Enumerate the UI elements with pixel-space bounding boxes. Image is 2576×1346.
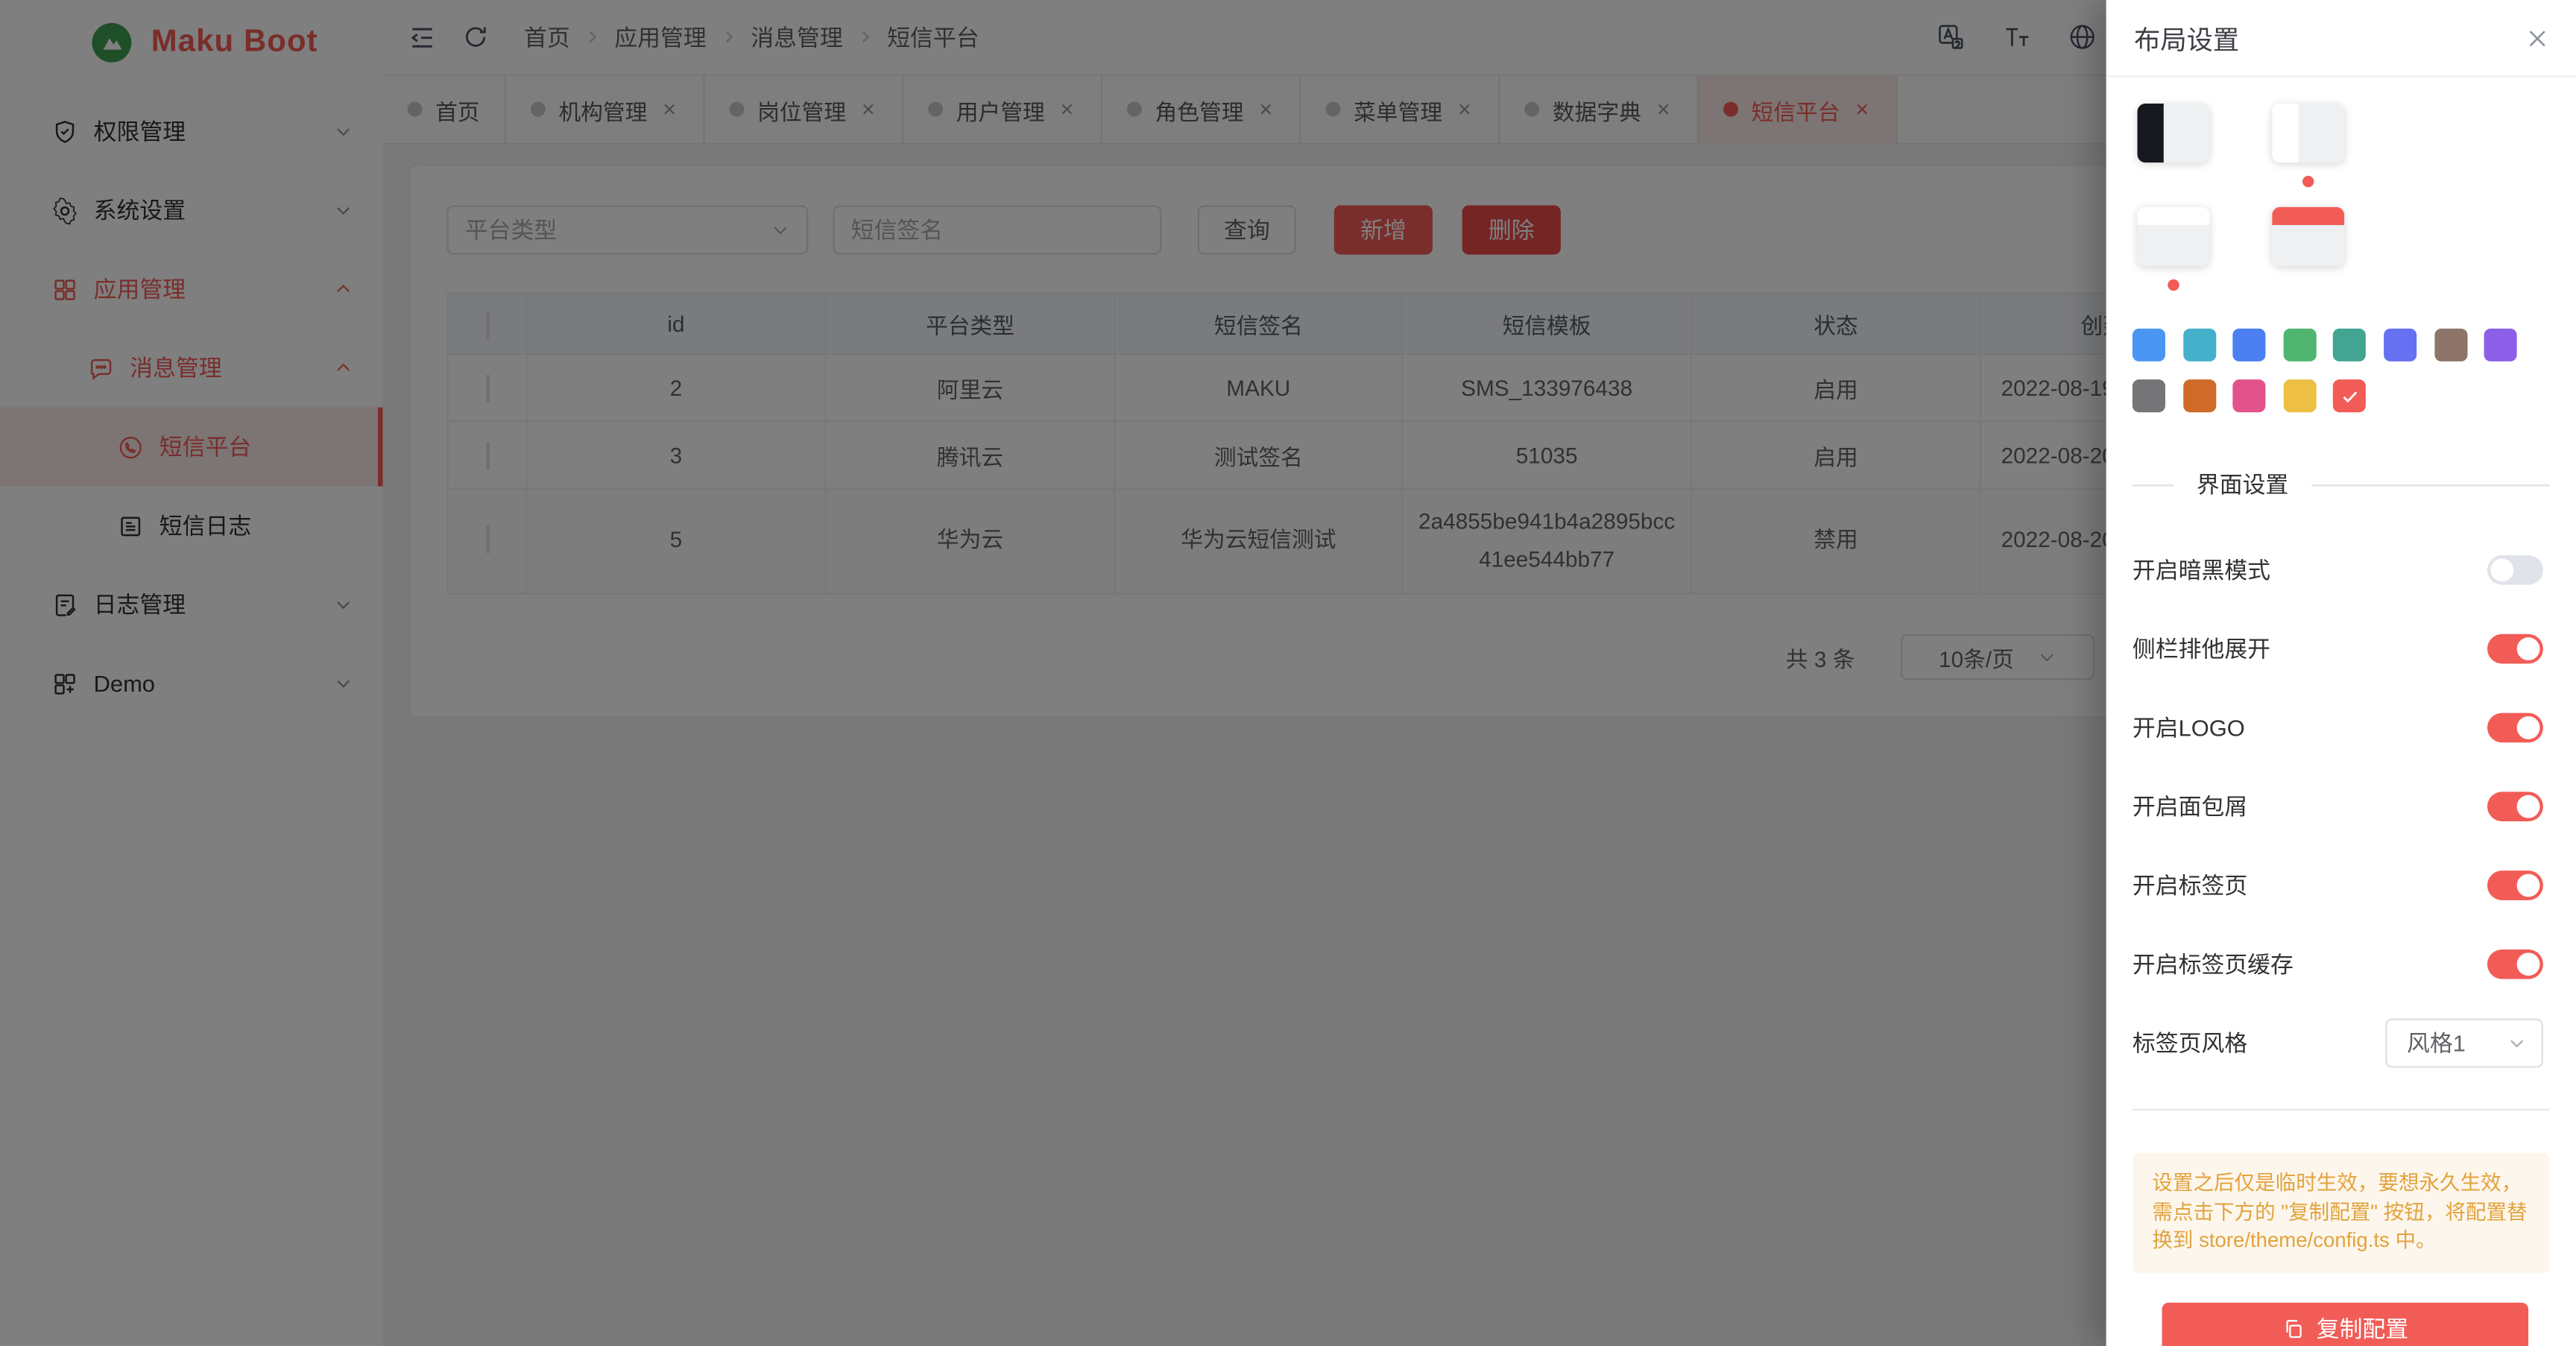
layout-option-sidebar-light[interactable] <box>2272 104 2344 162</box>
copy-config-label: 复制配置 <box>2317 1312 2408 1345</box>
drawer-body: 界面设置 开启暗黑模式 侧栏排他展开 开启LOGO 开启面包屑 <box>2106 104 2576 1346</box>
dark-mode-toggle[interactable] <box>2487 555 2543 585</box>
drawer-header: 布局设置 <box>2106 0 2576 78</box>
theme-color-swatch[interactable] <box>2334 329 2367 361</box>
section-title: 界面设置 <box>2197 468 2288 501</box>
setting-logo: 开启LOGO <box>2133 689 2550 768</box>
tabs-cache-toggle[interactable] <box>2487 950 2543 979</box>
theme-color-swatch[interactable] <box>2133 379 2165 412</box>
theme-color-swatch[interactable] <box>2233 379 2266 412</box>
setting-label: 开启标签页缓存 <box>2133 948 2294 981</box>
layout-option-topbar-red[interactable] <box>2272 207 2344 266</box>
theme-color-swatch[interactable] <box>2283 329 2316 361</box>
logo-toggle[interactable] <box>2487 713 2543 743</box>
tab-style-select[interactable]: 风格1 <box>2385 1019 2543 1068</box>
settings-list: 开启暗黑模式 侧栏排他展开 开启LOGO 开启面包屑 开启标签页 <box>2133 531 2550 1083</box>
selected-dot-icon <box>2302 176 2314 187</box>
setting-tabs-cache: 开启标签页缓存 <box>2133 925 2550 1004</box>
dark-sidebar-thumb <box>2138 104 2164 162</box>
theme-color-swatch[interactable] <box>2233 329 2266 361</box>
theme-color-swatch[interactable] <box>2133 329 2165 361</box>
drawer-title: 布局设置 <box>2134 18 2239 57</box>
setting-breadcrumb: 开启面包屑 <box>2133 767 2550 846</box>
setting-label: 开启LOGO <box>2133 711 2245 744</box>
copy-config-button[interactable]: 复制配置 <box>2162 1302 2529 1346</box>
chevron-down-icon <box>2507 1033 2526 1052</box>
setting-label: 开启面包屑 <box>2133 790 2247 823</box>
setting-tabs: 开启标签页 <box>2133 846 2550 925</box>
settings-notice: 设置之后仅是临时生效，要想永久生效，需点击下方的 "复制配置" 按钮，将配置替换… <box>2133 1153 2550 1272</box>
setting-dark-mode: 开启暗黑模式 <box>2133 531 2550 610</box>
theme-color-swatch-selected[interactable] <box>2334 379 2367 412</box>
theme-color-swatch[interactable] <box>2283 379 2316 412</box>
tab-style-value: 风格1 <box>2407 1027 2494 1060</box>
breadcrumb-toggle[interactable] <box>2487 792 2543 821</box>
light-topbar-thumb <box>2138 207 2210 225</box>
setting-label: 开启标签页 <box>2133 869 2247 902</box>
layout-option-sidebar-dark[interactable] <box>2138 104 2210 162</box>
selected-dot-icon <box>2168 279 2179 291</box>
setting-label: 开启暗黑模式 <box>2133 554 2270 587</box>
divider <box>2133 1109 2550 1110</box>
red-topbar-thumb <box>2272 207 2344 225</box>
layout-settings-drawer: 布局设置 <box>2106 0 2576 1346</box>
setting-label: 侧栏排他展开 <box>2133 633 2270 666</box>
layout-option-topbar-light[interactable] <box>2138 207 2210 266</box>
setting-tab-style: 标签页风格 风格1 <box>2133 1004 2550 1083</box>
light-sidebar-thumb <box>2272 104 2298 162</box>
theme-color-swatch[interactable] <box>2484 329 2517 361</box>
tabs-toggle[interactable] <box>2487 871 2543 900</box>
copy-icon <box>2282 1317 2305 1340</box>
interface-settings-divider: 界面设置 <box>2133 468 2550 501</box>
theme-color-swatch[interactable] <box>2182 379 2215 412</box>
app-window: Maku Boot 权限管理 系统设置 应用管理 消息管理 <box>0 0 2576 1346</box>
sidebar-accordion-toggle[interactable] <box>2487 634 2543 664</box>
theme-color-swatch[interactable] <box>2434 329 2466 361</box>
theme-color-swatch[interactable] <box>2384 329 2416 361</box>
theme-color-palette <box>2133 329 2550 412</box>
setting-label: 标签页风格 <box>2133 1027 2247 1060</box>
close-icon[interactable] <box>2525 25 2550 50</box>
setting-sidebar-accordion: 侧栏排他展开 <box>2133 610 2550 689</box>
layout-options <box>2138 104 2352 266</box>
theme-color-swatch[interactable] <box>2182 329 2215 361</box>
